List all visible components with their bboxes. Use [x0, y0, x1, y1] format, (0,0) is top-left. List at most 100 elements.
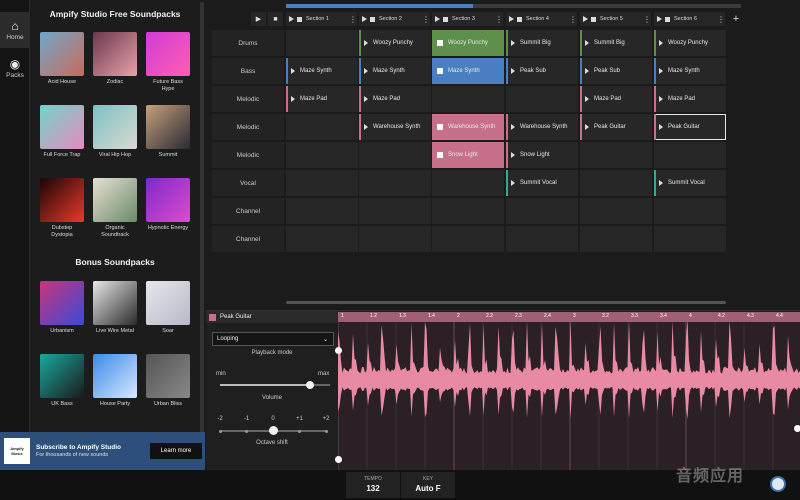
play-icon[interactable]	[364, 124, 368, 130]
nav-packs[interactable]: ◉ Packs	[0, 50, 30, 86]
play-icon[interactable]	[659, 40, 663, 46]
tempo-control[interactable]: TEMPO 132	[346, 472, 400, 498]
soundpack-card[interactable]: UK Bass	[38, 354, 86, 408]
grid-horizontal-scrollbar[interactable]	[286, 301, 726, 304]
stop-icon[interactable]	[297, 16, 302, 22]
stop-icon[interactable]	[591, 16, 596, 22]
empty-cell[interactable]	[286, 170, 358, 196]
stop-icon[interactable]	[437, 124, 443, 130]
clip[interactable]: Maze Synth	[286, 58, 358, 84]
empty-cell[interactable]	[359, 142, 431, 168]
empty-cell[interactable]	[286, 30, 358, 56]
more-vert-icon[interactable]: ⋮	[349, 15, 357, 24]
soundpack-card[interactable]: Full Force Trap	[38, 105, 86, 159]
play-icon[interactable]	[511, 68, 515, 74]
clip[interactable]: Maze Pad	[286, 86, 358, 112]
clip[interactable]: Snow Light	[432, 142, 504, 168]
more-vert-icon[interactable]: ⋮	[717, 15, 725, 24]
play-icon[interactable]	[585, 40, 589, 46]
more-vert-icon[interactable]: ⋮	[569, 15, 577, 24]
play-icon[interactable]	[583, 16, 588, 22]
play-icon[interactable]	[585, 96, 589, 102]
track-label[interactable]: Melodic	[212, 86, 284, 112]
empty-cell[interactable]	[580, 226, 652, 252]
empty-cell[interactable]	[359, 170, 431, 196]
empty-cell[interactable]	[286, 226, 358, 252]
empty-cell[interactable]	[432, 170, 504, 196]
loop-end-marker[interactable]	[335, 456, 342, 463]
play-icon[interactable]	[511, 40, 515, 46]
play-icon[interactable]	[657, 16, 662, 22]
clip[interactable]: Woozy Punchy	[359, 30, 431, 56]
waveform-view[interactable]: 1 1.2 1.3 1.4 2 2.2 2.3 2.4 3 3.2 3.3 3.4 4 4.2 4.3 4.4	[338, 312, 800, 470]
play-icon[interactable]	[435, 16, 440, 22]
soundpack-card[interactable]: Zodiac	[91, 32, 139, 86]
empty-cell[interactable]	[506, 86, 578, 112]
clip[interactable]: Peak Sub	[580, 58, 652, 84]
track-label[interactable]: Melodic	[212, 114, 284, 140]
section-header[interactable]: Section 6 ⋮	[654, 12, 725, 26]
play-icon[interactable]	[364, 96, 368, 102]
play-icon[interactable]	[509, 16, 514, 22]
clip[interactable]: Maze Synth	[432, 58, 504, 84]
soundpack-card[interactable]: Organic Soundtrack	[91, 178, 139, 239]
empty-cell[interactable]	[432, 198, 504, 224]
octave-slider-knob[interactable]	[268, 426, 278, 435]
play-all-button[interactable]: ▶	[251, 12, 266, 26]
clip[interactable]: Maze Pad	[580, 86, 652, 112]
track-label[interactable]: Vocal	[212, 170, 284, 196]
stop-icon[interactable]	[437, 40, 443, 46]
play-icon[interactable]	[289, 16, 294, 22]
empty-cell[interactable]	[654, 142, 726, 168]
play-icon[interactable]	[291, 96, 295, 102]
play-icon[interactable]	[585, 68, 589, 74]
more-vert-icon[interactable]: ⋮	[495, 15, 503, 24]
soundpack-card[interactable]: Hypnotic Energy	[144, 178, 192, 232]
more-vert-icon[interactable]: ⋮	[422, 15, 430, 24]
empty-cell[interactable]	[359, 226, 431, 252]
track-label[interactable]: Bass	[212, 58, 284, 84]
clip[interactable]: Maze Synth	[359, 58, 431, 84]
clip[interactable]: Maze Synth	[654, 58, 726, 84]
soundpack-card[interactable]: Acid House	[38, 32, 86, 86]
clip[interactable]: Peak Guitar	[580, 114, 652, 140]
stop-icon[interactable]	[370, 16, 375, 22]
clip[interactable]: Maze Pad	[654, 86, 726, 112]
track-label[interactable]: Channel	[212, 198, 284, 224]
soundpack-card[interactable]: Live Wire Metal	[91, 281, 139, 335]
bar-ruler[interactable]: 1 1.2 1.3 1.4 2 2.2 2.3 2.4 3 3.2 3.3 3.4 4 4.2 4.3 4.4	[338, 312, 800, 322]
empty-cell[interactable]	[359, 198, 431, 224]
soundpack-card[interactable]: Dubstep Dystopia	[38, 178, 86, 239]
empty-cell[interactable]	[286, 114, 358, 140]
stop-icon[interactable]	[517, 16, 522, 22]
library-scrollbar[interactable]	[200, 2, 204, 470]
play-icon[interactable]	[659, 96, 663, 102]
clip[interactable]: Peak Guitar	[654, 114, 726, 140]
empty-cell[interactable]	[432, 86, 504, 112]
soundpack-card[interactable]: Urban Bliss	[144, 354, 192, 408]
volume-slider-knob[interactable]	[306, 381, 315, 389]
play-icon[interactable]	[362, 16, 367, 22]
clip[interactable]: Summit Vocal	[654, 170, 726, 196]
soundpack-card[interactable]: Summit	[144, 105, 192, 159]
section-header[interactable]: Section 2 ⋮	[359, 12, 430, 26]
stop-icon[interactable]	[665, 16, 670, 22]
clip[interactable]: Peak Sub	[506, 58, 578, 84]
empty-cell[interactable]	[580, 142, 652, 168]
track-label[interactable]: Melodic	[212, 142, 284, 168]
playback-mode-select[interactable]: Looping ⌄	[212, 332, 334, 346]
clip[interactable]: Warehouse Synth	[359, 114, 431, 140]
play-icon[interactable]	[364, 40, 368, 46]
more-vert-icon[interactable]: ⋮	[643, 15, 651, 24]
empty-cell[interactable]	[654, 226, 726, 252]
stop-icon[interactable]	[437, 68, 443, 74]
clip[interactable]: Maze Pad	[359, 86, 431, 112]
stop-icon[interactable]	[437, 152, 443, 158]
clip[interactable]: Warehouse Synth	[432, 114, 504, 140]
empty-cell[interactable]	[286, 198, 358, 224]
empty-cell[interactable]	[580, 198, 652, 224]
track-label[interactable]: Drums	[212, 30, 284, 56]
soundpack-card[interactable]: Soar	[144, 281, 192, 335]
stop-all-button[interactable]: ■	[268, 12, 283, 26]
empty-cell[interactable]	[286, 142, 358, 168]
